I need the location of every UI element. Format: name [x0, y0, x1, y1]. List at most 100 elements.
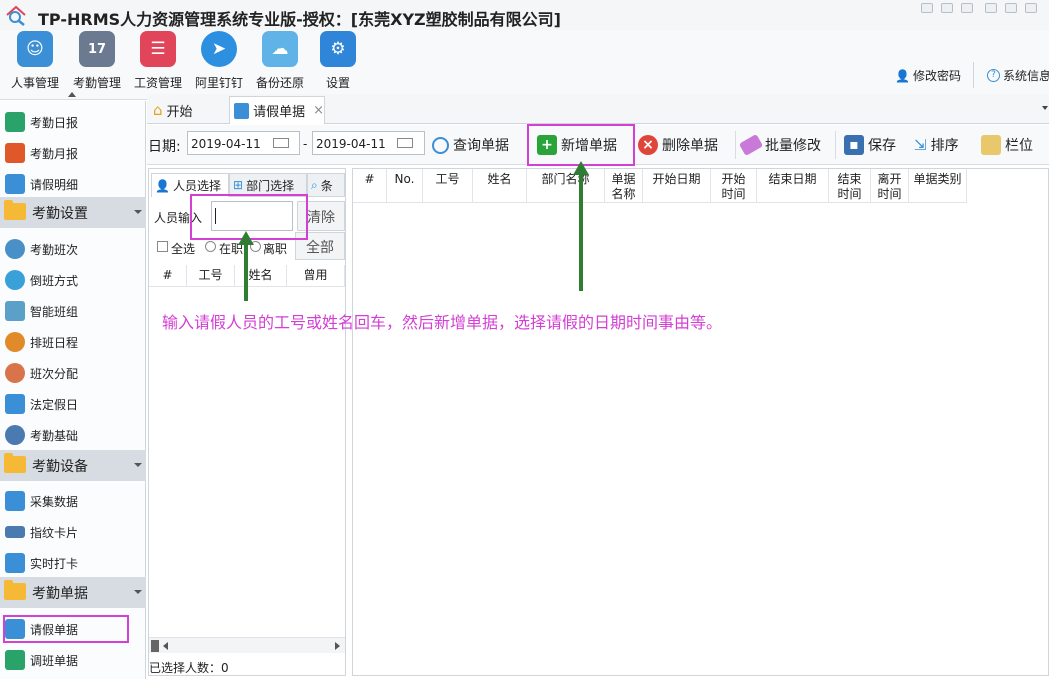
user-icon: 👤 [895, 68, 910, 83]
column-header[interactable]: 离开时间 [871, 169, 909, 203]
annotation-arrow-icon [573, 161, 589, 291]
stopwatch-icon [5, 332, 25, 352]
tab-condition[interactable]: ⌕ 条 [307, 173, 345, 197]
column-header[interactable]: 开始日期 [643, 169, 711, 203]
columns-button[interactable]: 栏位 [981, 133, 1033, 157]
maximize-button[interactable] [1005, 3, 1017, 13]
column-header[interactable]: No. [387, 169, 423, 203]
column-header[interactable]: 结束时间 [829, 169, 871, 203]
close-tab-icon[interactable]: × [313, 103, 324, 118]
clock-icon [5, 239, 25, 259]
column-header[interactable]: 结束日期 [757, 169, 829, 203]
date-separator: - [303, 137, 308, 151]
scroll-right-icon[interactable] [335, 642, 340, 650]
sidebar-item-shift-swap-form[interactable]: 调班单据 [0, 644, 146, 675]
tab-overflow-icon[interactable] [1042, 106, 1048, 110]
highlight-add-button [527, 124, 635, 166]
rotate-icon [5, 270, 25, 290]
sort-button[interactable]: ⇲ 排序 [914, 133, 959, 157]
column-header[interactable]: # [353, 169, 387, 203]
column-header[interactable]: 工号 [423, 169, 473, 203]
tab-home[interactable]: ⌂ 开始 [149, 96, 227, 124]
sidebar-item-schedule[interactable]: 排班日程 [0, 326, 146, 357]
tab-leave-form[interactable]: 请假单据 × [229, 96, 325, 124]
sidebar-item-realtime-punch[interactable]: 实时打卡 [0, 547, 146, 578]
person-icon: 👤 [155, 178, 170, 193]
ribbon-backup-button[interactable]: ☁ 备份还原 [249, 30, 311, 100]
sidebar-group-attendance-forms[interactable]: 考勤单据 [0, 577, 146, 608]
book-icon [5, 112, 25, 132]
annotation-arrow-icon [238, 231, 254, 301]
save-button[interactable]: ▪ 保存 [844, 133, 896, 157]
select-all-checkbox[interactable] [157, 241, 168, 252]
sidebar-group-attendance-devices[interactable]: 考勤设备 [0, 450, 146, 481]
ribbon-hr-button[interactable]: ☺ 人事管理 [4, 30, 66, 100]
active-ribbon-marker [68, 92, 76, 97]
ribbon-payroll-button[interactable]: ☰ 工资管理 [127, 30, 189, 100]
tag-icon [738, 133, 764, 157]
sidebar-item-holidays[interactable]: 法定假日 [0, 388, 146, 419]
org-icon: ⊞ [233, 178, 244, 192]
theme-icon[interactable] [961, 3, 973, 13]
scrollbar-thumb[interactable] [151, 640, 159, 652]
column-header[interactable]: 工号 [187, 265, 235, 287]
payroll-icon: ☰ [140, 31, 176, 67]
sidebar-item-shift-assign[interactable]: 班次分配 [0, 357, 146, 388]
user-assign-icon [5, 363, 25, 383]
column-header[interactable]: 部门名称 [527, 169, 605, 203]
close-button[interactable] [1025, 3, 1037, 13]
sidebar-item-rotation[interactable]: 倒班方式 [0, 264, 146, 295]
sidebar-item-collect-data[interactable]: 采集数据 [0, 485, 146, 516]
column-header[interactable]: 姓名 [235, 265, 287, 287]
holiday-icon [5, 394, 25, 414]
scroll-left-icon[interactable] [163, 642, 168, 650]
calendar-dropdown-icon[interactable] [397, 138, 413, 148]
system-info-link[interactable]: ? 系统信息 [987, 67, 1049, 84]
column-header[interactable]: 开始时间 [711, 169, 757, 203]
ribbon-attendance-button[interactable]: 17 考勤管理 [66, 30, 128, 100]
sidebar-item-smart-group[interactable]: 智能班组 [0, 295, 146, 326]
sidebar-group-attendance-settings[interactable]: 考勤设置 [0, 197, 146, 228]
selected-count: 已选择人数：0 [149, 661, 229, 675]
app-logo-icon [6, 5, 26, 26]
divider [973, 62, 974, 88]
skin-icon[interactable] [921, 3, 933, 13]
bar-chart-icon [5, 143, 25, 163]
column-header[interactable]: 姓名 [473, 169, 527, 203]
ribbon-settings-button[interactable]: ⚙ 设置 [307, 30, 369, 100]
home-icon: ⌂ [153, 101, 163, 119]
delete-form-button[interactable]: × 删除单据 [638, 133, 718, 157]
horizontal-scrollbar[interactable] [149, 637, 345, 653]
sidebar-item-fingerprint-card[interactable]: 指纹卡片 [0, 516, 146, 547]
sidebar-item-monthly-report[interactable]: 考勤月报 [0, 137, 146, 168]
delete-icon: × [638, 135, 658, 155]
select-all-label: 全选 [171, 242, 196, 256]
ribbon-dingtalk-button[interactable]: ➤ 阿里钉钉 [188, 30, 250, 100]
shirt-icon[interactable] [941, 3, 953, 13]
batch-edit-button[interactable]: 批量修改 [738, 133, 821, 157]
search-icon [432, 136, 449, 154]
sidebar-item-basics[interactable]: 考勤基础 [0, 419, 146, 450]
download-icon [5, 491, 25, 511]
sidebar-item-shifts[interactable]: 考勤班次 [0, 233, 146, 264]
columns-icon [981, 135, 1001, 155]
column-header[interactable]: 曾用 [287, 265, 345, 287]
minimize-button[interactable] [985, 3, 997, 13]
query-button[interactable]: 查询单据 [432, 133, 509, 157]
dingtalk-icon: ➤ [201, 31, 237, 67]
folder-icon [4, 200, 26, 220]
highlight-leave-form [3, 615, 129, 643]
column-header[interactable]: 单据类别 [909, 169, 967, 203]
change-password-link[interactable]: 👤 修改密码 [895, 67, 961, 84]
calendar-dropdown-icon[interactable] [273, 138, 289, 148]
sidebar-item-leave-detail[interactable]: 请假明细 [0, 168, 146, 199]
calendar-icon: 17 [79, 31, 115, 67]
cloud-icon: ☁ [262, 31, 298, 67]
monitor-icon [5, 553, 25, 573]
sidebar-item-daily-report[interactable]: 考勤日报 [0, 106, 146, 137]
on-job-radio[interactable] [205, 241, 216, 252]
column-header[interactable]: 单据名称 [605, 169, 643, 203]
column-header[interactable]: # [149, 265, 187, 287]
card-icon [5, 526, 25, 538]
chevron-down-icon [134, 590, 142, 594]
